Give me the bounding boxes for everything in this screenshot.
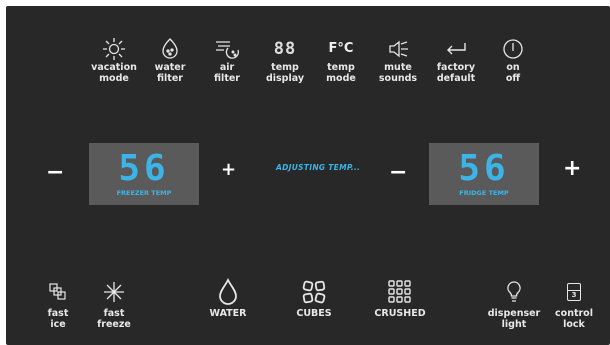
mute-sounds-label: mute sounds (378, 62, 418, 84)
on-off-button[interactable]: on off (485, 36, 541, 84)
water-filter-button[interactable]: water filter (142, 36, 198, 84)
air-filter-button[interactable]: air filter (199, 36, 255, 84)
speaker-mute-icon (387, 36, 409, 62)
freezer-temp-value: 56 (118, 148, 170, 189)
vacation-mode-button[interactable]: vacation mode (86, 36, 142, 84)
control-lock-button[interactable]: 3 control lock (550, 278, 598, 330)
ice-cubes-icon (48, 278, 68, 306)
mute-sounds-button[interactable]: mute sounds (370, 36, 426, 84)
fridge-plus-button[interactable]: + (563, 158, 581, 180)
air-filter-label: air filter (214, 62, 240, 84)
fridge-temp-value: 56 (458, 148, 510, 189)
status-message: ADJUSTING TEMP... (276, 163, 361, 172)
freezer-plus-button[interactable]: + (221, 159, 236, 181)
factory-default-button[interactable]: factory default (428, 36, 484, 84)
cubes-button[interactable]: CUBES (287, 278, 341, 319)
cubes-label: CUBES (296, 308, 332, 319)
temp-mode-label: temp mode (326, 62, 356, 84)
dispenser-light-label: dispenser light (487, 308, 541, 330)
fridge-temp-caption: FRIDGE TEMP (459, 189, 509, 197)
fast-ice-label: fast ice (47, 308, 69, 330)
crushed-label: CRUSHED (374, 308, 426, 319)
cubes-icon (301, 278, 327, 306)
fridge-minus-button[interactable]: − (389, 162, 407, 184)
water-button[interactable]: WATER (201, 278, 255, 319)
fast-freeze-button[interactable]: fast freeze (90, 278, 138, 330)
sun-icon (102, 36, 126, 62)
water-label: WATER (209, 308, 247, 319)
control-lock-label: control lock (555, 308, 593, 330)
vacation-mode-label: vacation mode (91, 62, 137, 84)
crushed-button[interactable]: CRUSHED (369, 278, 431, 319)
power-icon (502, 36, 524, 62)
water-drop-icon (218, 278, 238, 306)
digits-88-icon: 88 (274, 36, 296, 62)
temp-display-button[interactable]: 88 temp display (257, 36, 313, 84)
lock-glyph: 3 (568, 290, 580, 300)
freezer-minus-button[interactable]: − (46, 162, 64, 184)
fast-ice-button[interactable]: fast ice (38, 278, 78, 330)
on-off-label: on off (505, 62, 521, 84)
return-arrow-icon (445, 36, 467, 62)
lightbulb-icon (506, 278, 522, 306)
air-filter-icon (214, 36, 240, 62)
fahrenheit-celsius-icon: F°C (329, 36, 354, 62)
temp-mode-button[interactable]: F°C temp mode (313, 36, 369, 84)
dispenser-light-button[interactable]: dispenser light (484, 278, 544, 330)
fast-freeze-label: fast freeze (97, 308, 131, 330)
control-panel: vacation mode water filter air filter 88… (6, 6, 610, 345)
fahrenheit-celsius-glyph: F°C (328, 41, 354, 56)
freezer-temp-caption: FREEZER TEMP (116, 189, 172, 197)
water-filter-icon (158, 36, 182, 62)
freezer-temp-display: 56 FREEZER TEMP (89, 143, 199, 205)
snowflake-icon (103, 278, 125, 306)
temp-display-label: temp display (265, 62, 305, 84)
lock-icon: 3 (567, 278, 581, 306)
digits-88-glyph: 88 (273, 39, 297, 59)
water-filter-label: water filter (154, 62, 186, 84)
factory-default-label: factory default (436, 62, 476, 84)
crushed-ice-icon (387, 278, 413, 306)
fridge-temp-display: 56 FRIDGE TEMP (429, 143, 539, 205)
